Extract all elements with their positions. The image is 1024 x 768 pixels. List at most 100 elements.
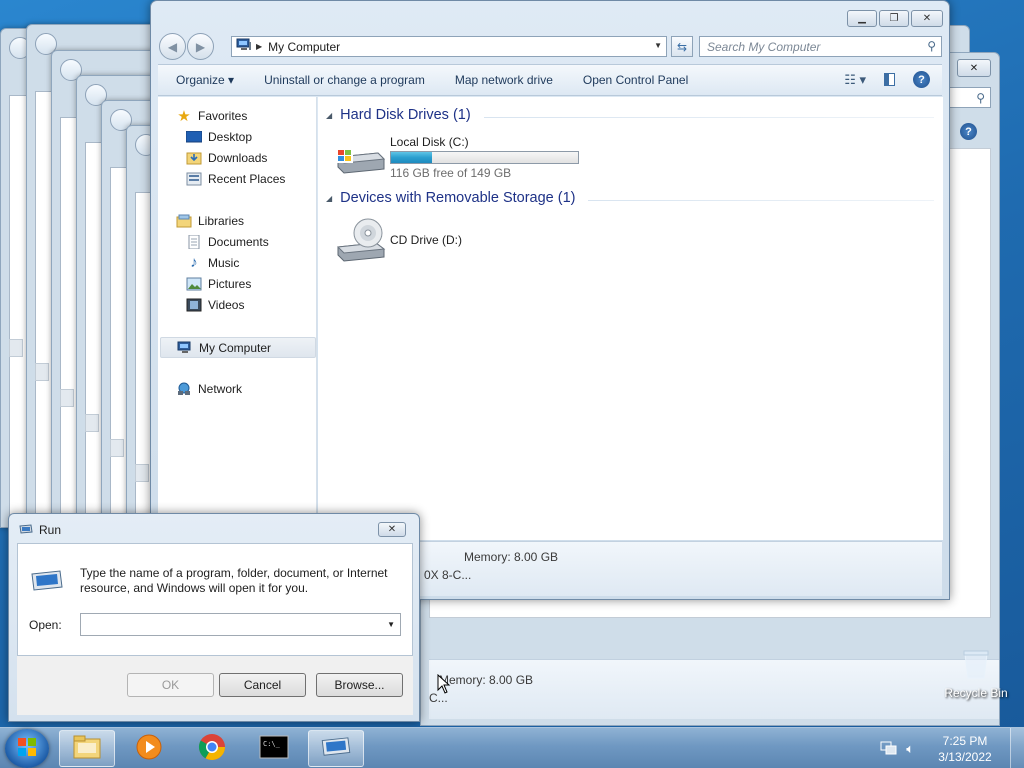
nav-recent-places-label: Recent Places [208, 171, 286, 186]
breadcrumb-arrow-icon[interactable]: ▶ [256, 42, 262, 51]
help-icon[interactable]: ? [960, 123, 977, 140]
run-title-bar: Run [19, 523, 61, 537]
nav-favorites[interactable]: ★ Favorites [176, 106, 247, 125]
taskbar-cmd-button[interactable]: C:\_ [246, 730, 302, 767]
network-status-icon[interactable] [880, 739, 898, 758]
run-icon [30, 569, 64, 596]
taskbar-run-button[interactable] [308, 730, 364, 767]
ghost-scroll[interactable] [135, 464, 149, 482]
local-disk-usage-fill [391, 152, 433, 163]
run-icon [19, 523, 33, 537]
nav-downloads[interactable]: Downloads [186, 148, 267, 167]
breadcrumb-my-computer[interactable]: My Computer [268, 40, 340, 54]
documents-icon [186, 234, 202, 249]
volume-icon[interactable]: 🔈︎ [906, 741, 914, 757]
open-control-panel-button[interactable]: Open Control Panel [583, 73, 688, 87]
organize-menu[interactable]: Organize ▾ [176, 73, 234, 87]
network-icon [176, 382, 192, 396]
nav-documents[interactable]: Documents [186, 232, 269, 251]
recent-places-icon [186, 172, 202, 186]
collapse-triangle-icon[interactable]: ◢ [326, 194, 332, 203]
ok-button[interactable]: OK [127, 673, 214, 697]
desktop: ✕ ⚲ ? Memory: 8.00 GB C... ▁ ❐ ✕ ◀ ▶ ▶ M… [0, 0, 1024, 768]
recycle-bin[interactable]: Recycle Bin [940, 648, 1012, 700]
nav-desktop-label: Desktop [208, 129, 253, 144]
details-memory-label: Memory: 8.00 GB [464, 550, 559, 564]
run-title: Run [39, 523, 62, 537]
nav-desktop[interactable]: Desktop [186, 127, 252, 146]
local-disk-item[interactable]: Local Disk (C:) 116 GB free of 149 GB [334, 135, 584, 181]
start-button[interactable] [5, 729, 49, 768]
ghost-scroll[interactable] [60, 389, 74, 407]
group-rule [484, 117, 934, 118]
taskbar-media-player-button[interactable] [121, 730, 177, 767]
taskbar-chrome-button[interactable] [184, 730, 240, 767]
preview-pane-icon[interactable] [884, 73, 895, 86]
browse-button[interactable]: Browse... [316, 673, 403, 697]
chevron-down-icon[interactable]: ▼ [387, 620, 395, 629]
collapse-triangle-icon[interactable]: ◢ [326, 111, 332, 120]
star-icon: ★ [177, 107, 191, 125]
nav-recent-places[interactable]: Recent Places [186, 169, 285, 188]
help-icon[interactable]: ? [913, 71, 930, 88]
run-body: Type the name of a program, folder, docu… [17, 543, 413, 656]
show-desktop-button[interactable] [1010, 728, 1024, 768]
minimize-button[interactable]: ▁ [847, 10, 877, 27]
run-open-combobox[interactable]: ▼ [80, 613, 401, 636]
run-open-label: Open: [29, 618, 62, 632]
cmd-icon: C:\_ [259, 735, 289, 762]
computer-icon [177, 341, 193, 355]
local-disk-free-space: 116 GB free of 149 GB [390, 166, 512, 180]
refresh-button[interactable]: ⇆ [671, 36, 693, 57]
close-icon[interactable]: ✕ [957, 59, 991, 77]
taskbar: C:\_ 🔈︎ 7:25 PM 3/13/2022 [0, 727, 1024, 768]
search-icon[interactable]: ⚲ [949, 87, 991, 108]
libraries-icon [176, 214, 192, 228]
close-button[interactable]: ✕ [911, 10, 943, 27]
toolbar-right: ☷ ▾ ? [844, 71, 930, 88]
cancel-button[interactable]: Cancel [219, 673, 306, 697]
local-disk-name: Local Disk (C:) [390, 135, 469, 149]
music-icon: ♪ [190, 254, 198, 271]
nav-videos-label: Videos [208, 297, 245, 312]
clock-time: 7:25 PM [942, 733, 988, 748]
run-description: Type the name of a program, folder, docu… [80, 566, 388, 595]
back-button[interactable]: ◀ [159, 33, 186, 60]
run-close-button[interactable]: ✕ [378, 522, 406, 537]
nav-videos[interactable]: Videos [186, 295, 244, 314]
search-input[interactable]: Search My Computer ⚲ [699, 36, 942, 57]
forward-button[interactable]: ▶ [187, 33, 214, 60]
recycle-bin-icon [961, 648, 991, 683]
hard-disk-icon [334, 145, 386, 178]
maximize-button[interactable]: ❐ [879, 10, 909, 27]
ghost-scroll[interactable] [110, 439, 124, 457]
cd-drive-item[interactable]: CD Drive (D:) [334, 217, 534, 267]
taskbar-clock[interactable]: 7:25 PM 3/13/2022 [920, 733, 1010, 765]
search-icon[interactable]: ⚲ [927, 39, 936, 53]
search-placeholder: Search My Computer [707, 39, 821, 54]
nav-pictures[interactable]: Pictures [186, 274, 251, 293]
address-bar[interactable]: ▶ My Computer ▼ [231, 36, 667, 57]
cd-drive-icon [334, 217, 386, 268]
caption-buttons: ▁ ❐ ✕ [847, 10, 943, 27]
group-removable-label: Devices with Removable Storage (1) [340, 190, 576, 206]
command-bar: Organize ▾ Uninstall or change a program… [158, 64, 942, 96]
change-view-icon[interactable]: ☷ ▾ [844, 72, 866, 88]
ghost-scroll[interactable] [35, 363, 49, 381]
group-header-removable[interactable]: ◢ Devices with Removable Storage (1) [326, 190, 934, 206]
taskbar-explorer-button[interactable] [59, 730, 115, 767]
nav-libraries[interactable]: Libraries [176, 211, 244, 230]
ghost-scroll[interactable] [85, 414, 99, 432]
group-header-hdd[interactable]: ◢ Hard Disk Drives (1) [326, 107, 934, 123]
chevron-down-icon[interactable]: ▼ [654, 41, 662, 50]
ghost-scroll[interactable] [9, 339, 23, 357]
nav-favorites-label: Favorites [198, 108, 248, 123]
map-network-drive-button[interactable]: Map network drive [455, 73, 553, 87]
nav-my-computer[interactable]: My Computer [160, 337, 316, 358]
nav-music[interactable]: ♪ Music [186, 253, 239, 272]
uninstall-program-button[interactable]: Uninstall or change a program [264, 73, 425, 87]
notification-area: 🔈︎ 7:25 PM 3/13/2022 [880, 728, 1024, 768]
explorer-window: ▁ ❐ ✕ ◀ ▶ ▶ My Computer ▼ ⇆ Search My Co… [150, 0, 950, 600]
downloads-folder-icon [186, 151, 202, 165]
nav-network[interactable]: Network [176, 379, 242, 398]
